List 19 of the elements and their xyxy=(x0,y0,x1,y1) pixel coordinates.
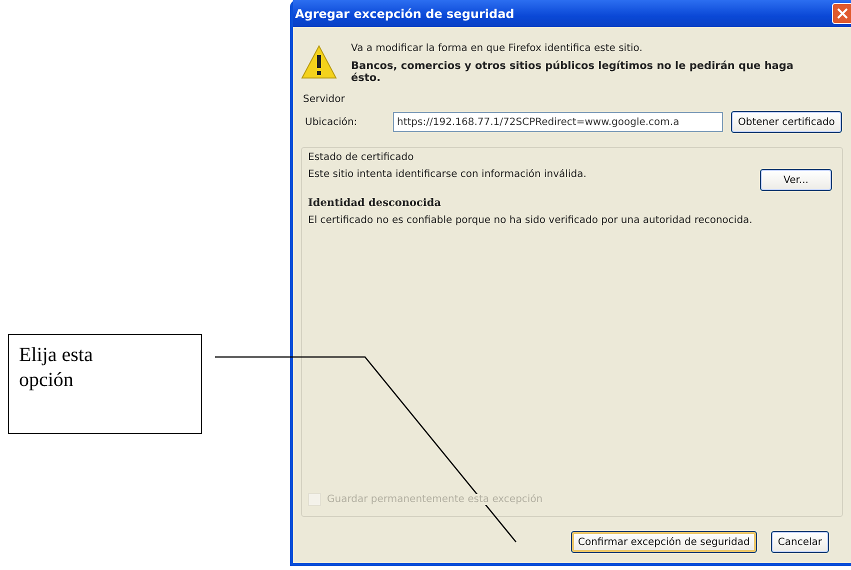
close-icon xyxy=(837,8,848,19)
location-label: Ubicación: xyxy=(305,116,358,128)
intro-text: Va a modificar la forma en que Firefox identifica este sitio. xyxy=(351,43,644,54)
close-button[interactable] xyxy=(832,3,851,24)
confirm-button[interactable]: Confirmar excepción de seguridad xyxy=(570,531,757,553)
callout-box: Elija esta opción xyxy=(8,334,202,434)
permanent-label: Guardar permanentemente esta excepción xyxy=(327,494,543,505)
identity-heading: Identidad desconocida xyxy=(308,197,442,209)
cancel-button[interactable]: Cancelar xyxy=(770,531,829,553)
window-title: Agregar excepción de seguridad xyxy=(294,6,514,20)
server-label: Servidor xyxy=(303,94,346,105)
get-certificate-button[interactable]: Obtener certificado xyxy=(731,111,842,133)
warning-text: Bancos, comercios y otros sitios públicos legítimos no le pedirán que haga ésto. xyxy=(351,60,794,84)
status-label: Estado de certificado xyxy=(308,152,415,163)
warning-icon xyxy=(301,45,337,79)
view-button[interactable]: Ver... xyxy=(760,169,832,191)
status-text: Este sitio intenta identificarse con información inválida. xyxy=(308,169,586,180)
location-field[interactable]: https://192.168.77.1/72SCPRedirect=www.google.com.a xyxy=(393,112,723,132)
identity-description: El certificado no es confiable porque no ha sido verificado por una autoridad reconocida. xyxy=(308,215,754,226)
